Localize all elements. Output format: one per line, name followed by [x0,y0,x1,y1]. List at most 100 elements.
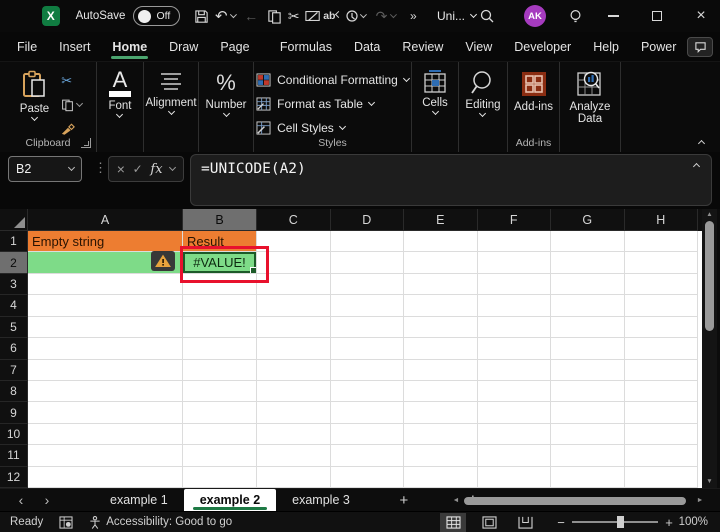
search-icon[interactable] [476,5,498,27]
cell-A12[interactable] [28,466,183,489]
cell-B11[interactable] [183,445,257,467]
zoom-slider[interactable] [572,516,658,528]
cell-H10[interactable] [624,423,698,446]
menu-tab-data[interactable]: Data [343,32,391,62]
horizontal-scrollbar[interactable]: ◄ ► [450,492,706,509]
sheet-tab-example-3[interactable]: example 3 [276,489,366,512]
alignment-menu-button[interactable]: Alignment [139,68,202,152]
cell-E7[interactable] [404,359,478,381]
cell-D12[interactable] [330,466,404,489]
cell-G11[interactable] [551,445,625,467]
cell-G6[interactable] [551,338,625,360]
copy-icon[interactable] [265,5,284,27]
cell-F5[interactable] [477,316,551,339]
cell-A5[interactable] [28,316,183,339]
column-header-H[interactable]: H [624,209,698,231]
row-header-6[interactable]: 6 [0,338,28,360]
row-header-10[interactable]: 10 [0,423,28,446]
row-header-11[interactable]: 11 [0,445,28,467]
cell-E12[interactable] [404,466,478,489]
maximize-button[interactable] [642,0,672,32]
row-header-8[interactable]: 8 [0,380,28,403]
cell-B1[interactable]: Result [183,231,257,253]
lightbulb-icon[interactable] [564,5,586,27]
cancel-icon[interactable]: × [117,161,125,177]
close-button[interactable]: × [686,0,716,32]
menu-tab-help[interactable]: Help [582,32,630,62]
sheet-nav-right-icon[interactable]: › [34,492,60,508]
cell-A6[interactable] [28,338,183,360]
cell-styles-button[interactable]: Cell Styles [256,118,409,137]
cell-E3[interactable] [404,273,478,296]
editing-menu-button[interactable]: Editing [459,68,506,152]
scroll-right-icon[interactable]: ► [694,497,706,504]
cell-C11[interactable] [257,445,331,467]
cell-E10[interactable] [404,423,478,446]
cell-C4[interactable] [257,295,331,317]
name-box[interactable]: B2 [8,156,82,182]
select-all-corner[interactable] [0,209,28,231]
cell-E6[interactable] [404,338,478,360]
comments-button[interactable] [687,36,714,57]
cell-E11[interactable] [404,445,478,467]
conditional-formatting-button[interactable]: Conditional Formatting [256,70,410,89]
autosave-toggle[interactable]: Off [133,6,181,26]
menu-tab-insert[interactable]: Insert [48,32,101,62]
menu-tab-formulas[interactable]: Formulas [269,32,343,62]
vertical-scrollbar[interactable]: ▲ ▼ [702,209,717,488]
cell-A1[interactable]: Empty string [28,231,183,253]
zoom-level[interactable]: 100% [678,516,720,528]
cell-G7[interactable] [551,359,625,381]
row-header-7[interactable]: 7 [0,359,28,381]
cut-icon[interactable]: ✂ [284,5,303,27]
menu-tab-review[interactable]: Review [391,32,454,62]
macro-record-button[interactable] [59,515,73,529]
number-menu-button[interactable]: % Number [200,68,253,152]
cell-H9[interactable] [624,402,698,424]
cell-H3[interactable] [624,273,698,296]
scroll-up-icon[interactable]: ▲ [706,209,712,221]
cell-A8[interactable] [28,380,183,403]
save-icon[interactable] [192,5,211,27]
cell-D8[interactable] [330,380,404,403]
cell-E9[interactable] [404,402,478,424]
cell-H11[interactable] [624,445,698,467]
cell-C1[interactable] [257,231,331,253]
row-header-4[interactable]: 4 [0,295,28,317]
cell-G5[interactable] [551,316,625,339]
cell-F10[interactable] [477,423,551,446]
cell-H12[interactable] [624,466,698,489]
cell-F9[interactable] [477,402,551,424]
document-title[interactable]: Uni... [437,9,478,23]
cell-F12[interactable] [477,466,551,489]
cell-C10[interactable] [257,423,331,446]
cell-D10[interactable] [330,423,404,446]
row-header-9[interactable]: 9 [0,402,28,424]
sheet-tab-example-1[interactable]: example 1 [94,489,184,512]
column-header-F[interactable]: F [477,209,551,231]
cells-menu-button[interactable]: Cells [416,68,454,152]
cell-F8[interactable] [477,380,551,403]
cell-H8[interactable] [624,380,698,403]
cell-D11[interactable] [330,445,404,467]
cell-B12[interactable] [183,466,257,489]
cell-C12[interactable] [257,466,331,489]
picture-icon[interactable] [303,5,322,27]
cell-G2[interactable] [551,252,625,274]
view-page-layout-button[interactable] [476,513,502,532]
zoom-slider-thumb[interactable] [617,516,624,528]
menu-tab-developer[interactable]: Developer [503,32,582,62]
cell-G9[interactable] [551,402,625,424]
vertical-scrollbar-thumb[interactable] [705,221,714,331]
cell-G3[interactable] [551,273,625,296]
analyze-data-button[interactable]: Analyze Data [564,68,617,152]
menu-tab-page-layout[interactable]: Page Layout [209,32,269,84]
cell-C2[interactable] [257,252,331,274]
cell-E4[interactable] [404,295,478,317]
cell-C8[interactable] [257,380,331,403]
sheet-nav-left-icon[interactable]: ‹ [8,492,34,508]
cell-D9[interactable] [330,402,404,424]
excel-app-icon[interactable]: X [42,6,60,26]
cell-G12[interactable] [551,466,625,489]
menu-tab-home[interactable]: Home [101,32,158,62]
